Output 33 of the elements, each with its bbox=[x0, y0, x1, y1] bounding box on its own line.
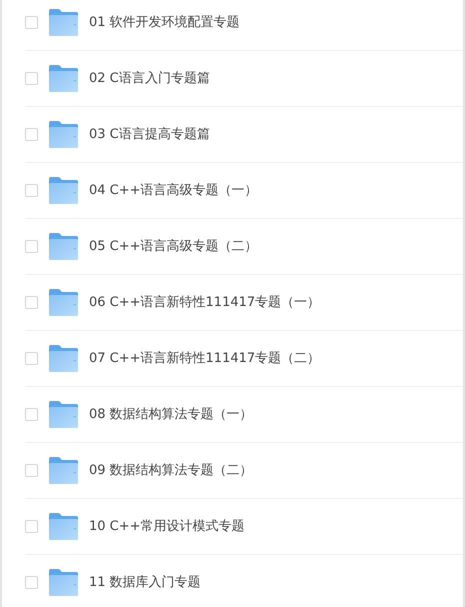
checkbox[interactable] bbox=[25, 520, 38, 533]
checkbox[interactable] bbox=[25, 240, 38, 253]
checkbox[interactable] bbox=[25, 352, 38, 365]
folder-name[interactable]: 06 C++语言新特性111417专题（一） bbox=[89, 292, 320, 312]
checkbox[interactable] bbox=[25, 576, 38, 589]
folder-name[interactable]: 10 C++常用设计模式专题 bbox=[89, 516, 245, 536]
folder-name[interactable]: 05 C++语言高级专题（二） bbox=[89, 236, 258, 256]
folder-name[interactable]: 09 数据结构算法专题（二） bbox=[89, 460, 253, 480]
checkbox[interactable] bbox=[25, 16, 38, 29]
folder-name[interactable]: 02 C语言入门专题篇 bbox=[89, 68, 210, 88]
folder-icon bbox=[48, 569, 78, 596]
folder-name[interactable]: 11 数据库入门专题 bbox=[89, 572, 201, 592]
folder-icon bbox=[48, 65, 78, 92]
folder-name[interactable]: 08 数据结构算法专题（一） bbox=[89, 404, 253, 424]
folder-icon bbox=[48, 177, 78, 204]
checkbox[interactable] bbox=[25, 128, 38, 141]
checkbox[interactable] bbox=[25, 296, 38, 309]
folder-icon bbox=[48, 121, 78, 148]
checkbox[interactable] bbox=[25, 184, 38, 197]
checkbox[interactable] bbox=[25, 72, 38, 85]
folder-icon bbox=[48, 289, 78, 316]
folder-name[interactable]: 01 软件开发环境配置专题 bbox=[89, 12, 240, 32]
folder-icon bbox=[48, 401, 78, 428]
folder-icon bbox=[48, 9, 78, 36]
folder-name[interactable]: 07 C++语言新特性111417专题（二） bbox=[89, 348, 320, 368]
folder-name[interactable]: 03 C语言提高专题篇 bbox=[89, 124, 210, 144]
folder-icon bbox=[48, 457, 78, 484]
folder-name[interactable]: 04 C++语言高级专题（一） bbox=[89, 180, 258, 200]
folder-icon bbox=[48, 345, 78, 372]
checkbox[interactable] bbox=[25, 464, 38, 477]
folder-icon bbox=[48, 233, 78, 260]
checkbox[interactable] bbox=[25, 408, 38, 421]
folder-icon bbox=[48, 513, 78, 540]
